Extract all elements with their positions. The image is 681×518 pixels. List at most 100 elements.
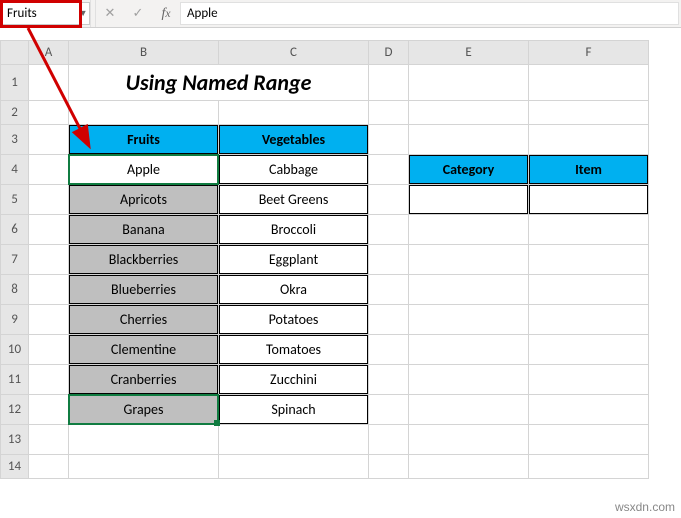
cell[interactable] — [29, 125, 69, 155]
cell[interactable] — [29, 425, 69, 455]
title-cell[interactable]: Using Named Range — [69, 65, 369, 101]
cell[interactable] — [369, 245, 409, 275]
cell[interactable]: Okra — [219, 275, 369, 305]
cell[interactable] — [409, 305, 529, 335]
row-header[interactable]: 8 — [1, 275, 29, 305]
cell[interactable] — [409, 125, 529, 155]
cell[interactable] — [29, 395, 69, 425]
col-header-E[interactable]: E — [409, 41, 529, 65]
cell[interactable] — [409, 185, 529, 215]
cell[interactable] — [529, 245, 649, 275]
cell[interactable] — [529, 215, 649, 245]
cell[interactable] — [69, 101, 219, 125]
cell[interactable]: Spinach — [219, 395, 369, 425]
cell[interactable]: Blackberries — [69, 245, 219, 275]
row-header[interactable]: 6 — [1, 215, 29, 245]
cell[interactable] — [29, 305, 69, 335]
col-header-B[interactable]: B — [69, 41, 219, 65]
cell[interactable]: Broccoli — [219, 215, 369, 245]
cell[interactable] — [29, 245, 69, 275]
cell[interactable]: Beet Greens — [219, 185, 369, 215]
cell[interactable] — [529, 365, 649, 395]
cell[interactable] — [29, 365, 69, 395]
cell[interactable] — [369, 305, 409, 335]
formula-input[interactable] — [181, 6, 678, 21]
cell[interactable] — [409, 395, 529, 425]
cell[interactable]: Cabbage — [219, 155, 369, 185]
row-header[interactable]: 1 — [1, 65, 29, 101]
col-header-D[interactable]: D — [369, 41, 409, 65]
cell[interactable] — [529, 101, 649, 125]
cell[interactable] — [29, 65, 69, 101]
fx-icon[interactable]: fx — [152, 0, 180, 27]
cell[interactable] — [369, 425, 409, 455]
cell[interactable]: Potatoes — [219, 305, 369, 335]
cell[interactable] — [219, 101, 369, 125]
cell[interactable] — [409, 245, 529, 275]
row-header[interactable]: 5 — [1, 185, 29, 215]
cell[interactable] — [369, 275, 409, 305]
cell[interactable] — [369, 365, 409, 395]
row-header[interactable]: 13 — [1, 425, 29, 455]
row-header[interactable]: 9 — [1, 305, 29, 335]
cell[interactable] — [409, 65, 529, 101]
cell[interactable] — [369, 125, 409, 155]
row-header[interactable]: 10 — [1, 335, 29, 365]
row-header[interactable]: 4 — [1, 155, 29, 185]
row-header[interactable]: 7 — [1, 245, 29, 275]
cell[interactable] — [29, 335, 69, 365]
cell[interactable] — [219, 425, 369, 455]
cell[interactable] — [409, 455, 529, 479]
cell[interactable] — [529, 275, 649, 305]
cell[interactable] — [69, 455, 219, 479]
row-header[interactable]: 12 — [1, 395, 29, 425]
cell[interactable] — [369, 155, 409, 185]
cell[interactable] — [529, 425, 649, 455]
cell[interactable] — [529, 125, 649, 155]
select-all-corner[interactable] — [1, 41, 29, 65]
cell[interactable]: Vegetables — [219, 125, 369, 155]
col-header-F[interactable]: F — [529, 41, 649, 65]
cell[interactable]: Banana — [69, 215, 219, 245]
chevron-down-icon[interactable]: ▼ — [77, 8, 89, 19]
cell[interactable]: Cherries — [69, 305, 219, 335]
cell[interactable]: Blueberries — [69, 275, 219, 305]
cell[interactable] — [29, 215, 69, 245]
cell[interactable] — [529, 395, 649, 425]
row-header[interactable]: 11 — [1, 365, 29, 395]
cell[interactable]: Grapes — [69, 395, 219, 425]
cell[interactable] — [409, 101, 529, 125]
cell[interactable] — [529, 185, 649, 215]
cell[interactable] — [369, 65, 409, 101]
cell[interactable] — [409, 215, 529, 245]
cell[interactable]: Clementine — [69, 335, 219, 365]
col-header-A[interactable]: A — [29, 41, 69, 65]
cell[interactable] — [369, 395, 409, 425]
row-header[interactable]: 14 — [1, 455, 29, 479]
cell[interactable] — [529, 305, 649, 335]
cell[interactable]: Cranberries — [69, 365, 219, 395]
cell[interactable] — [409, 365, 529, 395]
cell[interactable]: Eggplant — [219, 245, 369, 275]
cell[interactable] — [369, 455, 409, 479]
cell[interactable] — [29, 155, 69, 185]
cell[interactable] — [529, 335, 649, 365]
cell[interactable] — [29, 275, 69, 305]
cancel-icon[interactable]: ✕ — [96, 0, 124, 27]
cell[interactable] — [29, 455, 69, 479]
name-box-input[interactable] — [3, 6, 77, 21]
cell[interactable]: Tomatoes — [219, 335, 369, 365]
cell[interactable] — [409, 275, 529, 305]
col-header-C[interactable]: C — [219, 41, 369, 65]
cell[interactable]: Item — [529, 155, 649, 185]
cell[interactable] — [409, 425, 529, 455]
cell[interactable] — [409, 335, 529, 365]
cell[interactable] — [219, 455, 369, 479]
row-header[interactable]: 2 — [1, 101, 29, 125]
cell[interactable] — [529, 455, 649, 479]
spreadsheet-grid[interactable]: A B C D E F 1 Using Named Range 2 3 Frui… — [0, 40, 681, 518]
cell[interactable]: Zucchini — [219, 365, 369, 395]
row-header[interactable]: 3 — [1, 125, 29, 155]
cell[interactable]: Apricots — [69, 185, 219, 215]
formula-input-wrap[interactable] — [180, 2, 679, 25]
